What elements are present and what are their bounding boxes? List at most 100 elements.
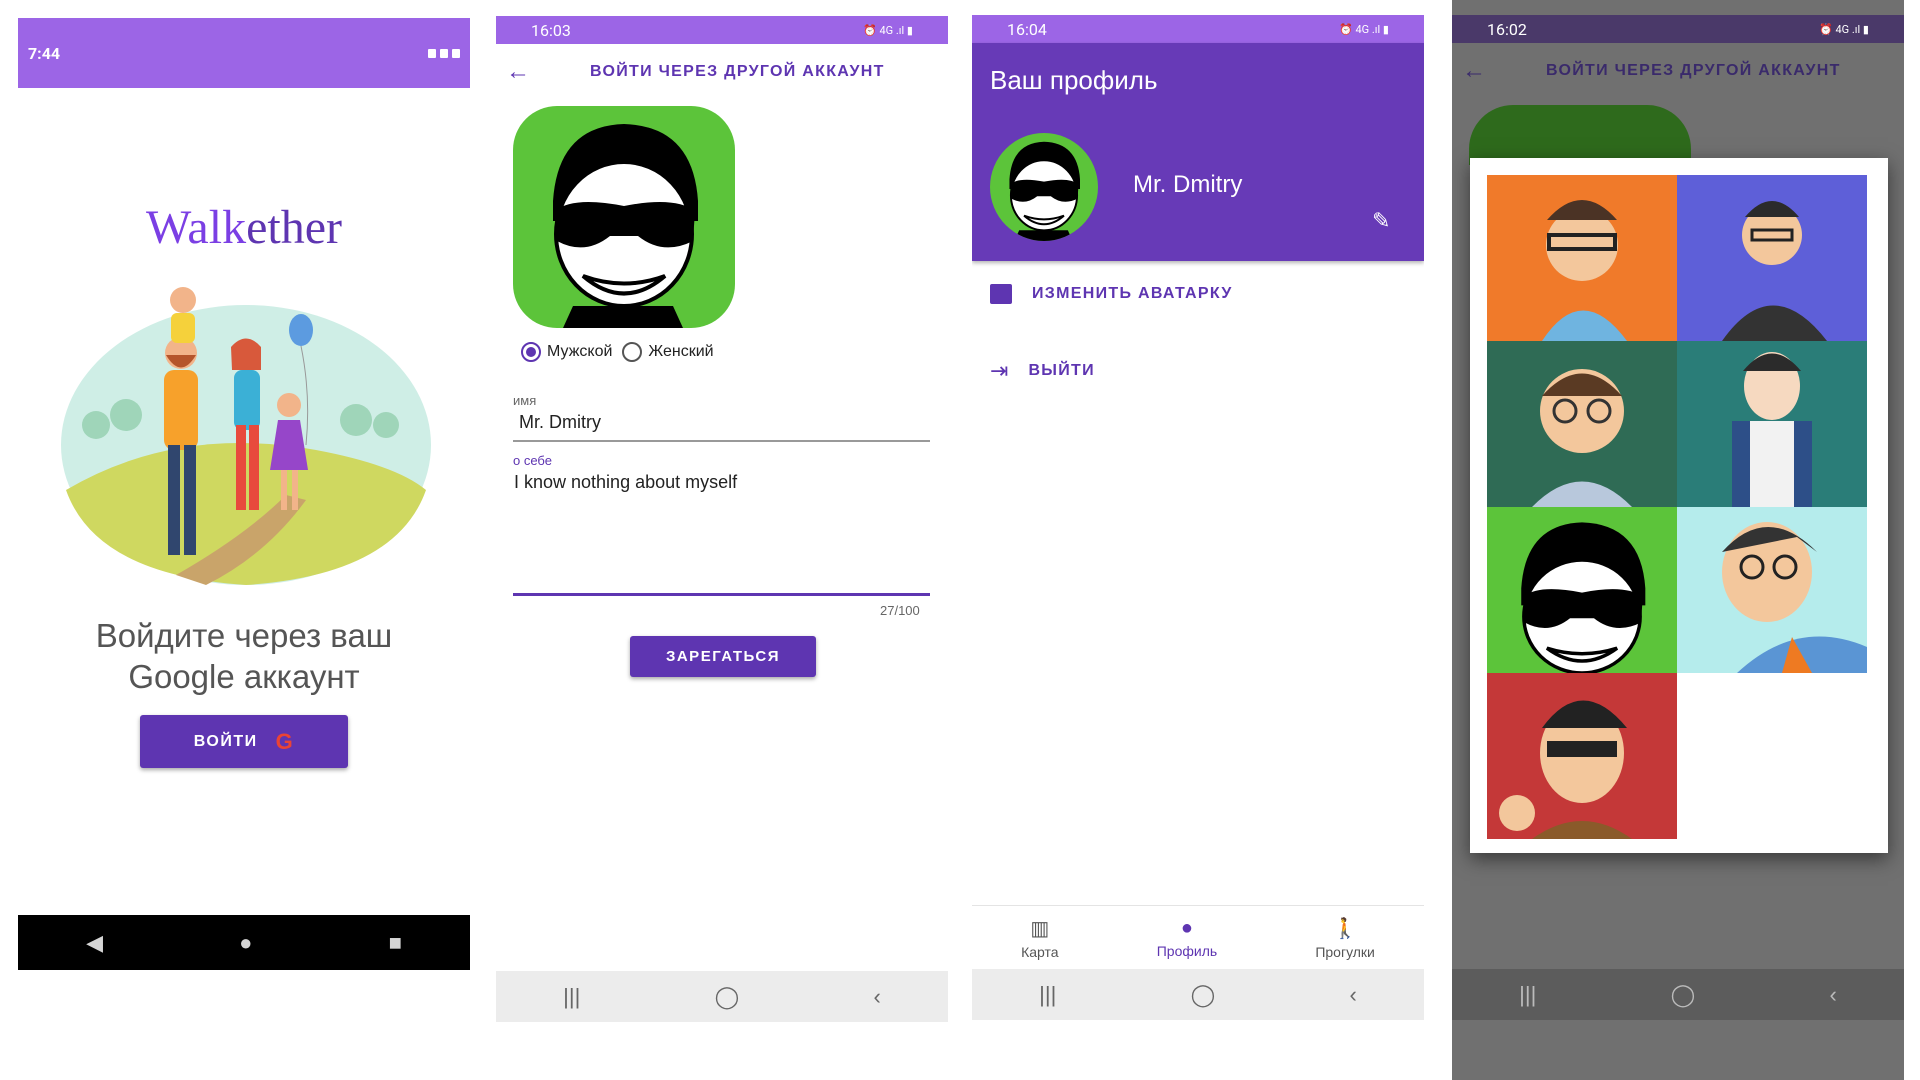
tab-walks-label: Прогулки [1315,943,1375,960]
bottom-tabs: ▥ Карта ● Профиль 🚶 Прогулки [972,905,1424,969]
home-nav-button[interactable]: ◯ [715,984,740,1010]
status-time: 16:03 [531,20,571,40]
radio-female[interactable] [622,342,643,362]
status-bar: 7:44 [18,18,470,88]
app-logo: Walkether [18,200,470,255]
recents-nav-button[interactable]: ||| [1039,982,1056,1008]
status-icons: ⏰ 4G .ıl ▮ [1819,22,1869,36]
nav-bar: ||| ◯ ‹ [1452,969,1904,1020]
avatar-glasses-man-icon [1542,200,1627,341]
status-bar: 16:03 ⏰ 4G .ıl ▮ [496,16,948,44]
avatar-option-6[interactable] [1677,507,1867,673]
radio-male[interactable] [521,342,541,362]
back-nav-button[interactable]: ◀ [86,930,103,956]
map-icon: ▥ [1030,917,1050,940]
avatar-shades-man-icon [1499,700,1632,839]
page-title: ВОЙТИ ЧЕРЕЗ ДРУГОЙ АККАУНТ [590,63,885,80]
avatar-asian-man-icon [1722,522,1867,673]
radio-male-label: Мужской [547,343,613,360]
change-avatar-button[interactable]: ИЗМЕНИТЬ АВАТАРКУ [990,284,1233,304]
status-bar: 16:02 ⏰ 4G .ıl ▮ [1452,15,1904,43]
avatar-cartoon-man-icon [1732,352,1812,507]
family-walk-illustration [61,287,431,585]
change-avatar-label: ИЗМЕНИТЬ АВАТАРКУ [1032,285,1233,302]
login-label: ВОЙТИ [193,732,258,750]
google-login-button[interactable]: ВОЙТИ G [140,715,348,768]
screen-profile: 16:04 ⏰ 4G .ıl ▮ Ваш профиль Mr. Dmitry … [972,0,1424,1080]
tab-map-label: Карта [1021,943,1059,960]
back-arrow-icon[interactable]: ← [506,58,530,86]
avatar-option-7[interactable] [1487,673,1677,839]
logo-walk: Walk [145,201,247,254]
avatar-option-4[interactable] [1677,341,1867,507]
logout-button[interactable]: ⇥ ВЫЙТИ [990,358,1095,384]
avatar-picker-dialog [1470,158,1888,853]
status-icons: ⏰ 4G .ıl ▮ [863,23,913,37]
prompt-line-1: Войдите через ваш [95,617,393,654]
status-time: 7:44 [28,43,61,63]
status-bar: 16:04 ⏰ 4G .ıl ▮ [972,15,1424,43]
status-icons [428,48,460,58]
edit-pencil-icon[interactable]: ✎ [1372,208,1390,234]
gender-radio-group: Мужской Женский [521,342,714,362]
recents-nav-button[interactable]: ■ [389,930,402,956]
back-nav-button[interactable]: ‹ [1830,982,1837,1008]
recents-nav-button[interactable]: ||| [563,984,580,1010]
home-nav-button[interactable]: ◯ [1191,982,1216,1008]
back-nav-button[interactable]: ‹ [1350,982,1357,1008]
avatar-option-5[interactable] [1487,507,1677,673]
profile-user-name: Mr. Dmitry [1133,171,1243,198]
status-time: 16:04 [1007,19,1047,39]
login-prompt: Войдите через ваш Google аккаунт [18,615,470,697]
avatar-option-3[interactable] [1487,341,1677,507]
home-nav-button[interactable]: ◯ [1671,982,1696,1008]
back-nav-button[interactable]: ‹ [874,984,881,1010]
avatar-speaker-man-icon [1722,201,1827,341]
logout-label: ВЫЙТИ [1028,362,1095,379]
name-field-label: имя [513,393,537,408]
profile-header: Ваш профиль Mr. Dmitry ✎ [972,43,1424,261]
back-arrow-icon[interactable]: ← [1462,57,1486,85]
nav-bar: ||| ◯ ‹ [496,971,948,1022]
char-counter: 27/100 [880,603,920,618]
register-label: ЗАРЕГАТЬСЯ [665,648,781,665]
person-icon: ● [1180,916,1193,939]
about-field-label: о себе [513,453,552,468]
home-nav-button[interactable]: ● [239,930,252,956]
page-title: ВОЙТИ ЧЕРЕЗ ДРУГОЙ АККАУНТ [1546,62,1841,79]
name-field[interactable]: Mr. Dmitry [513,408,930,442]
name-value: Mr. Dmitry [519,412,601,432]
selected-avatar[interactable] [513,106,735,328]
avatar-sunglasses-icon [553,124,698,328]
about-value: I know nothing about myself [514,472,738,492]
tab-walks[interactable]: 🚶 Прогулки [1315,916,1375,960]
tab-map[interactable]: ▥ Карта [1021,916,1058,960]
radio-female-label: Женский [648,343,714,360]
google-icon: G [275,728,295,754]
tab-profile[interactable]: ● Профиль [1157,917,1217,959]
screen-register: 16:03 ⏰ 4G .ıl ▮ ← ВОЙТИ ЧЕРЕЗ ДРУГОЙ АК… [496,0,948,1080]
avatar-option-1[interactable] [1487,175,1677,341]
about-field[interactable]: I know nothing about myself [513,468,930,596]
logout-icon: ⇥ [990,358,1009,383]
nav-bar: ◀ ● ■ [18,915,470,970]
tab-profile-label: Профиль [1156,942,1218,959]
status-icons: ⏰ 4G .ıl ▮ [1339,22,1389,36]
screen-login: 7:44 Walkether Войдите через ваш Google … [18,0,470,1080]
avatar-sunglasses-icon [1009,141,1080,241]
image-icon [990,284,1012,304]
avatar-nerd-man-icon [1532,369,1632,507]
selected-avatar-dimmed [1469,105,1691,165]
logo-ether: ether [246,201,343,254]
avatar-option-2[interactable] [1677,175,1867,341]
prompt-line-2: Google аккаунт [128,658,360,695]
nav-bar: ||| ◯ ‹ [972,969,1424,1020]
register-button[interactable]: ЗАРЕГАТЬСЯ [630,636,816,677]
status-time: 16:02 [1487,19,1527,39]
screen-avatar-picker: 16:02 ⏰ 4G .ıl ▮ ← ВОЙТИ ЧЕРЕЗ ДРУГОЙ АК… [1452,0,1904,1080]
walk-icon: 🚶 [1332,917,1358,940]
profile-avatar[interactable] [990,133,1098,241]
recents-nav-button[interactable]: ||| [1519,982,1536,1008]
profile-title: Ваш профиль [990,65,1158,95]
avatar-sunglasses-icon [1521,522,1646,673]
